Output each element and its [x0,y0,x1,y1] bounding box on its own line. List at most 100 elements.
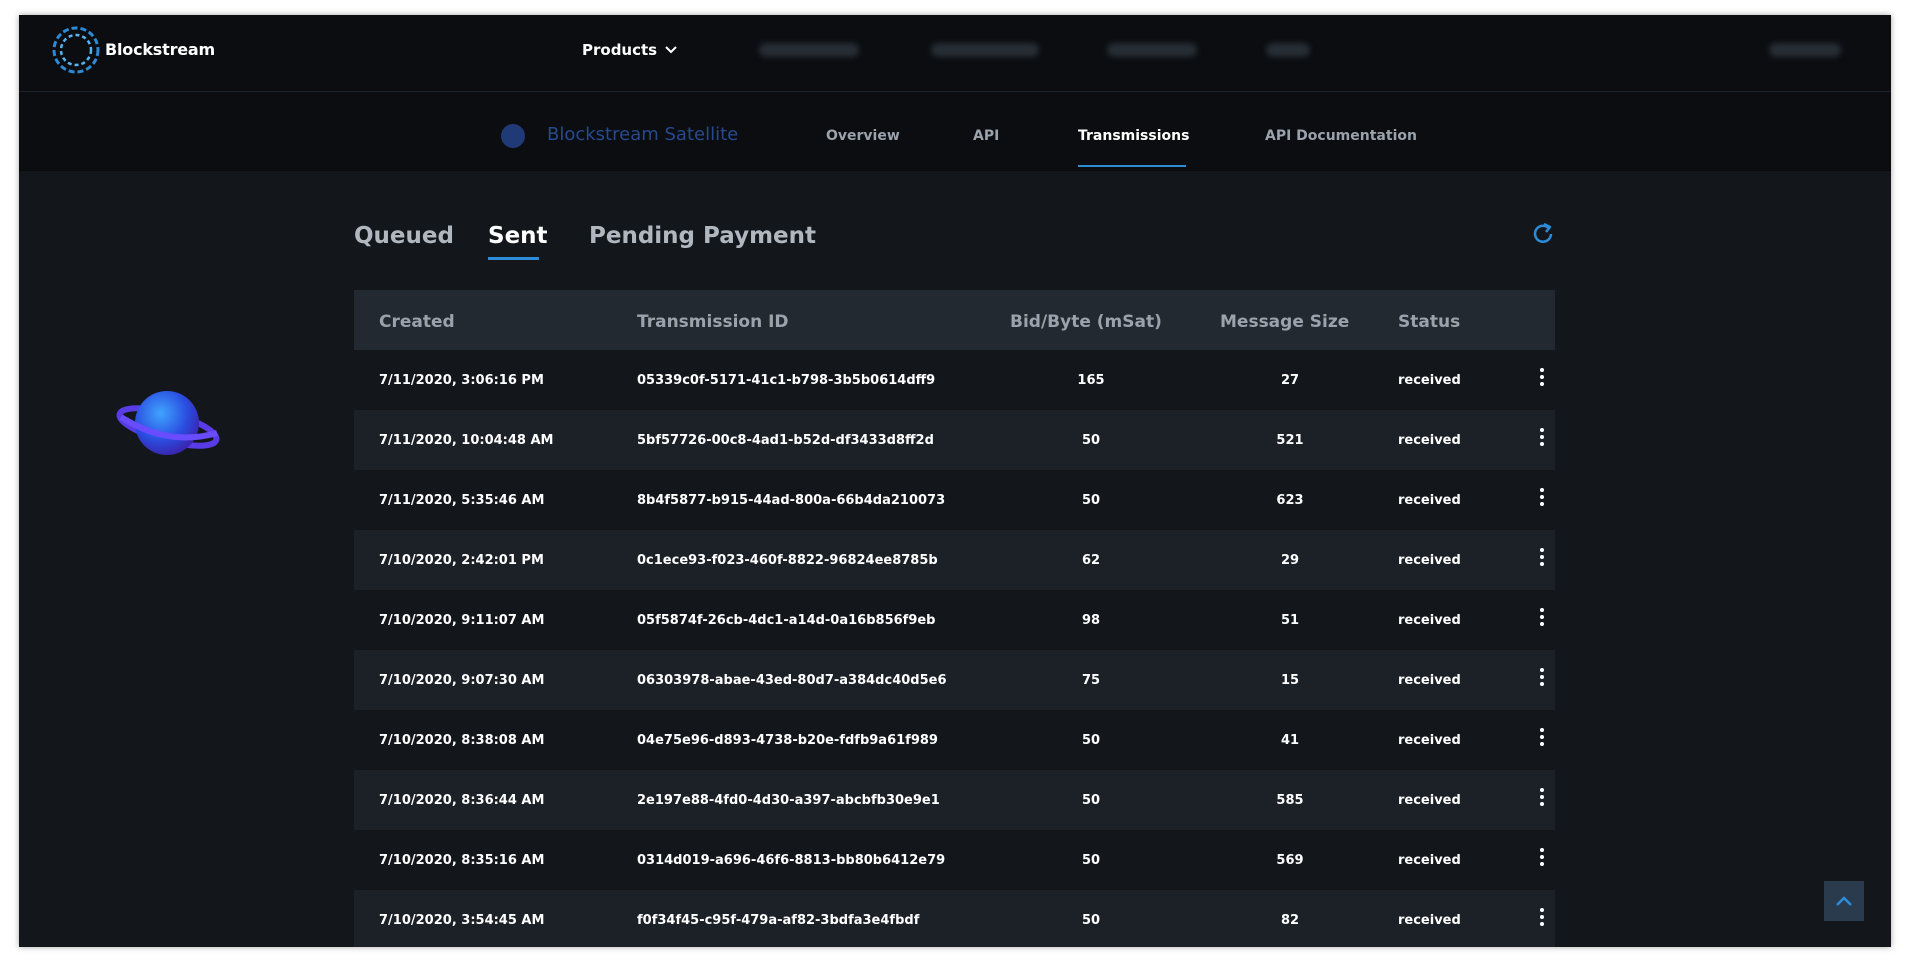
table-row[interactable]: 7/10/2020, 2:42:01 PM 0c1ece93-f023-460f… [354,530,1555,590]
cell-created: 7/10/2020, 3:54:45 AM [379,913,545,928]
kebab-menu-icon[interactable] [1536,908,1548,932]
products-menu[interactable]: Products [582,41,677,59]
kebab-menu-icon[interactable] [1536,788,1548,812]
table-row[interactable]: 7/10/2020, 3:54:45 AM f0f34f45-c95f-479a… [354,890,1555,947]
cell-bid: 50 [1081,493,1101,508]
satellite-logo-icon [501,124,525,148]
kebab-menu-icon[interactable] [1536,548,1548,572]
brand-name[interactable]: Blockstream [105,40,215,59]
cell-status: received [1398,673,1461,688]
kebab-menu-icon[interactable] [1536,488,1548,512]
cell-status: received [1398,553,1461,568]
cell-created: 7/10/2020, 9:07:30 AM [379,673,545,688]
header-status: Status [1398,312,1461,332]
table-row[interactable]: 7/10/2020, 8:38:08 AM 04e75e96-d893-4738… [354,710,1555,770]
cell-created: 7/10/2020, 8:35:16 AM [379,853,545,868]
cell-size: 623 [1276,493,1304,508]
cell-size: 521 [1276,433,1304,448]
subnav-title[interactable]: Blockstream Satellite [547,124,738,145]
cell-transmission-id: 5bf57726-00c8-4ad1-b52d-df3433d8ff2d [637,433,934,448]
tab-pending-payment[interactable]: Pending Payment [589,223,816,249]
header-created: Created [379,312,455,332]
table-row[interactable]: 7/10/2020, 8:36:44 AM 2e197e88-4fd0-4d30… [354,770,1555,830]
cell-created: 7/10/2020, 8:38:08 AM [379,733,545,748]
cell-status: received [1398,793,1461,808]
cell-transmission-id: 05339c0f-5171-41c1-b798-3b5b0614dff9 [637,373,936,388]
cell-bid: 98 [1081,613,1101,628]
cell-bid: 50 [1081,793,1101,808]
cell-status: received [1398,853,1461,868]
cell-bid: 50 [1081,733,1101,748]
table-row[interactable]: 7/11/2020, 10:04:48 AM 5bf57726-00c8-4ad… [354,410,1555,470]
cell-size: 27 [1280,373,1300,388]
table-body: 7/11/2020, 3:06:16 PM 05339c0f-5171-41c1… [354,350,1555,947]
kebab-menu-icon[interactable] [1536,668,1548,692]
blurred-nav-item [931,43,1039,57]
chevron-down-icon [665,46,677,54]
tab-sent[interactable]: Sent [488,223,548,249]
active-content-tab-indicator [488,257,539,260]
refresh-icon[interactable] [1529,220,1557,248]
table-header: Created Transmission ID Bid/Byte (mSat) … [354,290,1555,350]
table-row[interactable]: 7/11/2020, 5:35:46 AM 8b4f5877-b915-44ad… [354,470,1555,530]
kebab-menu-icon[interactable] [1536,848,1548,872]
cell-status: received [1398,493,1461,508]
kebab-menu-icon[interactable] [1536,428,1548,452]
cell-status: received [1398,373,1461,388]
tab-api[interactable]: API [973,128,999,144]
cell-created: 7/10/2020, 9:11:07 AM [379,613,545,628]
scroll-to-top-button[interactable] [1824,881,1864,921]
cell-size: 15 [1280,673,1300,688]
blockstream-logo-icon[interactable] [50,24,102,76]
transmissions-table: Created Transmission ID Bid/Byte (mSat) … [354,290,1555,947]
header-bid-byte: Bid/Byte (mSat) [1010,312,1162,332]
cell-transmission-id: 8b4f5877-b915-44ad-800a-66b4da210073 [637,493,946,508]
cell-bid: 165 [1077,373,1105,388]
cell-bid: 75 [1081,673,1101,688]
cell-status: received [1398,433,1461,448]
header-transmission-id: Transmission ID [637,312,789,332]
cell-status: received [1398,733,1461,748]
cell-status: received [1398,613,1461,628]
table-row[interactable]: 7/11/2020, 3:06:16 PM 05339c0f-5171-41c1… [354,350,1555,410]
tab-transmissions[interactable]: Transmissions [1078,128,1189,144]
cell-transmission-id: 2e197e88-4fd0-4d30-a397-abcbfb30e9e1 [637,793,940,808]
cell-transmission-id: f0f34f45-c95f-479a-af82-3bdfa3e4fbdf [637,913,920,928]
active-tab-indicator [1078,165,1186,167]
cell-bid: 50 [1081,853,1101,868]
kebab-menu-icon[interactable] [1536,728,1548,752]
products-label: Products [582,41,658,59]
cell-size: 41 [1280,733,1300,748]
tab-api-documentation[interactable]: API Documentation [1265,128,1417,144]
cell-bid: 50 [1081,913,1101,928]
planet-illustration [116,391,220,455]
cell-size: 51 [1280,613,1300,628]
cell-created: 7/11/2020, 5:35:46 AM [379,493,545,508]
cell-size: 82 [1280,913,1300,928]
cell-transmission-id: 06303978-abae-43ed-80d7-a384dc40d5e6 [637,673,947,688]
cell-transmission-id: 05f5874f-26cb-4dc1-a14d-0a16b856f9eb [637,613,936,628]
cell-size: 569 [1276,853,1304,868]
cell-size: 29 [1280,553,1300,568]
cell-transmission-id: 0314d019-a696-46f6-8813-bb80b6412e79 [637,853,946,868]
cell-bid: 50 [1081,433,1101,448]
table-row[interactable]: 7/10/2020, 9:07:30 AM 06303978-abae-43ed… [354,650,1555,710]
kebab-menu-icon[interactable] [1536,608,1548,632]
app-window: Blockstream Products Blockstream Satelli… [19,15,1891,947]
header-message-size: Message Size [1220,312,1350,332]
blurred-nav-item [1769,43,1841,57]
cell-created: 7/10/2020, 8:36:44 AM [379,793,545,808]
kebab-menu-icon[interactable] [1536,368,1548,392]
cell-bid: 62 [1081,553,1101,568]
cell-status: received [1398,913,1461,928]
cell-created: 7/11/2020, 10:04:48 AM [379,433,554,448]
tab-overview[interactable]: Overview [826,128,900,144]
top-nav: Blockstream Products [19,15,1891,92]
table-row[interactable]: 7/10/2020, 8:35:16 AM 0314d019-a696-46f6… [354,830,1555,890]
blurred-nav-item [1266,43,1310,57]
cell-created: 7/10/2020, 2:42:01 PM [379,553,544,568]
table-row[interactable]: 7/10/2020, 9:11:07 AM 05f5874f-26cb-4dc1… [354,590,1555,650]
cell-transmission-id: 0c1ece93-f023-460f-8822-96824ee8785b [637,553,938,568]
tab-queued[interactable]: Queued [354,223,454,249]
cell-created: 7/11/2020, 3:06:16 PM [379,373,544,388]
